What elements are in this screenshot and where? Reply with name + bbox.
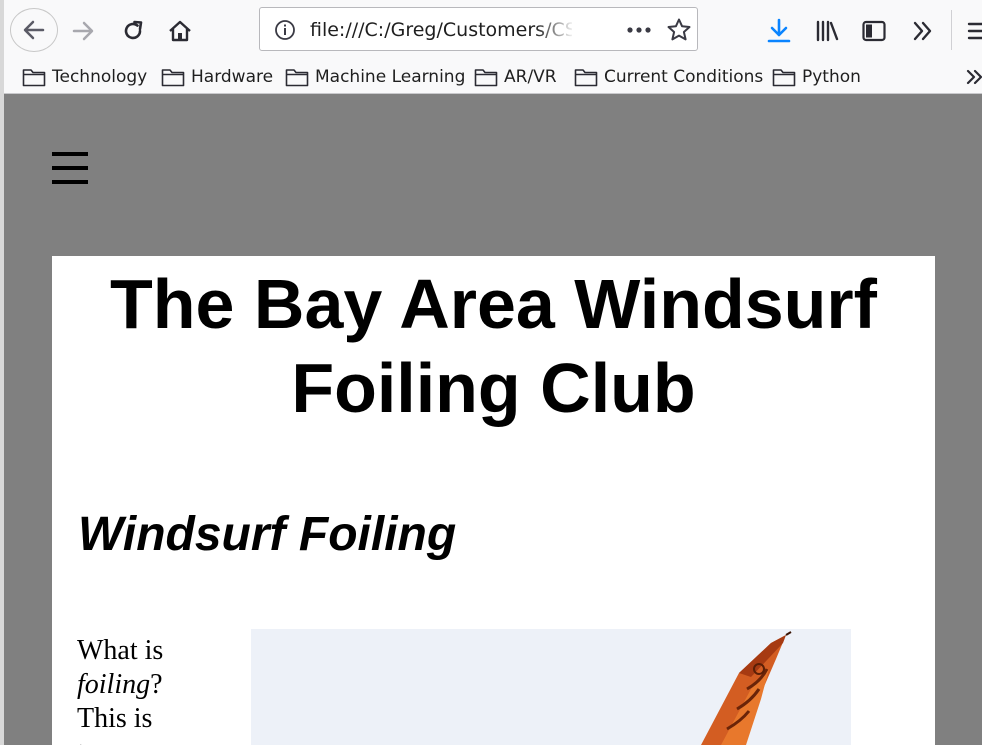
url-fade bbox=[535, 14, 575, 44]
chevrons-right-icon bbox=[913, 21, 932, 41]
intro-text: ? bbox=[150, 669, 163, 700]
reload-button[interactable] bbox=[118, 16, 148, 46]
bookmark-label: Machine Learning bbox=[315, 67, 466, 87]
intro-emphasis: foiling bbox=[77, 669, 151, 700]
intro-text: t bbox=[77, 737, 85, 745]
library-button[interactable] bbox=[812, 16, 842, 46]
bookmark-folder-hardware[interactable]: Hardware bbox=[161, 64, 273, 90]
intro-paragraph: What is foiling? This is t bbox=[77, 634, 207, 745]
bookmark-folder-current-conditions[interactable]: Current Conditions bbox=[574, 64, 763, 90]
bookmarks-toolbar: Technology Hardware Machine Learning AR/… bbox=[4, 60, 982, 94]
library-icon bbox=[816, 20, 839, 42]
more-icon[interactable] bbox=[626, 26, 652, 34]
window-left-edge bbox=[0, 0, 4, 745]
bookmark-label: Hardware bbox=[191, 67, 274, 87]
back-arrow-icon bbox=[23, 20, 45, 40]
overflow-button[interactable] bbox=[908, 16, 938, 46]
folder-icon bbox=[474, 69, 498, 87]
back-button[interactable] bbox=[10, 8, 58, 52]
bookmark-label: Python bbox=[802, 67, 861, 87]
toolbar-separator bbox=[951, 10, 952, 50]
reload-icon bbox=[124, 20, 143, 40]
bookmark-folder-machine-learning[interactable]: Machine Learning bbox=[285, 64, 465, 90]
menu-icon bbox=[967, 22, 982, 40]
windsurf-sail-photo bbox=[251, 629, 851, 745]
menu-button[interactable] bbox=[966, 16, 982, 46]
downloads-button[interactable] bbox=[764, 16, 794, 46]
page-title: The Bay Area Windsurf Foiling Club bbox=[110, 265, 877, 427]
home-icon bbox=[169, 20, 191, 42]
url-bar[interactable]: file:///C:/Greg/Customers/CS bbox=[259, 7, 698, 51]
chevrons-right-icon bbox=[966, 69, 982, 85]
url-text[interactable]: file:///C:/Greg/Customers/CS bbox=[310, 19, 572, 41]
bookmark-folder-ar-vr[interactable]: AR/VR bbox=[474, 64, 557, 90]
home-button[interactable] bbox=[165, 16, 195, 46]
info-icon[interactable] bbox=[274, 19, 296, 41]
folder-icon bbox=[285, 69, 309, 87]
bookmark-folder-technology[interactable]: Technology bbox=[22, 64, 147, 90]
bookmark-label: Technology bbox=[52, 67, 148, 87]
intro-text: What is bbox=[77, 635, 164, 666]
folder-icon bbox=[574, 69, 598, 87]
sidebar-icon bbox=[862, 20, 886, 42]
bookmark-label: Current Conditions bbox=[604, 67, 764, 87]
hamburger-menu-icon[interactable] bbox=[52, 152, 88, 186]
sidebar-button[interactable] bbox=[859, 16, 889, 46]
bookmark-label: AR/VR bbox=[504, 67, 557, 87]
download-icon bbox=[767, 18, 791, 43]
folder-icon bbox=[161, 69, 185, 87]
folder-icon bbox=[22, 69, 46, 87]
content-panel: The Bay Area Windsurf Foiling Club Winds… bbox=[52, 256, 935, 745]
forward-button[interactable] bbox=[68, 16, 98, 46]
star-icon[interactable] bbox=[666, 17, 692, 43]
bookmark-folder-python[interactable]: Python bbox=[772, 64, 861, 90]
forward-arrow-icon bbox=[72, 21, 94, 41]
browser-toolbar: file:///C:/Greg/Customers/CS bbox=[4, 0, 982, 60]
bookmarks-overflow-button[interactable] bbox=[966, 64, 982, 90]
section-heading: Windsurf Foiling bbox=[78, 508, 457, 561]
intro-text: This is bbox=[77, 703, 153, 734]
folder-icon bbox=[772, 69, 796, 87]
